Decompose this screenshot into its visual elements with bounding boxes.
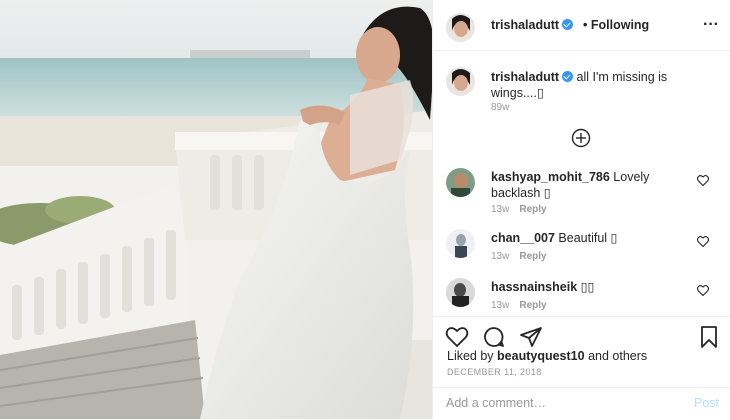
comment-bubble-icon[interactable] (482, 325, 506, 349)
comment-age[interactable]: 13w (491, 300, 509, 311)
comment-text-block: hassnainsheik ▯▯ (491, 279, 691, 295)
post-photo[interactable] (0, 0, 432, 419)
comment-text: ▯▯ (580, 280, 595, 294)
commenter-avatar[interactable] (446, 168, 475, 197)
comment-username[interactable]: hassnainsheik (491, 280, 577, 294)
author-avatar[interactable] (446, 13, 475, 42)
post-caption: trishaladutt all I'm missing is wings...… (491, 69, 711, 101)
like-heart-icon[interactable] (445, 325, 469, 349)
comment-text-block: chan__007 Beautiful ▯ (491, 230, 691, 246)
comment-age[interactable]: 13w (491, 251, 509, 262)
post-image-illustration (0, 0, 432, 419)
comment-meta: 13w Reply (491, 300, 547, 311)
comment-age[interactable]: 13w (491, 204, 509, 215)
comment-username[interactable]: chan__007 (491, 231, 555, 245)
likes-summary: Liked by beautyquest10 and others (447, 349, 647, 363)
commenter-avatar[interactable] (446, 229, 475, 258)
liked-by-suffix[interactable]: and others (588, 349, 647, 363)
comment-username[interactable]: kashyap_mohit_786 (491, 170, 610, 184)
add-comment-row: Add a comment… Post (433, 387, 730, 420)
verified-badge-icon (562, 71, 574, 82)
reply-button[interactable]: Reply (519, 300, 546, 311)
share-icon[interactable] (519, 325, 543, 349)
separator-dot: • (583, 18, 588, 32)
caption-username[interactable]: trishaladutt (491, 70, 559, 84)
post-header: trishaladutt • Following ··· (433, 0, 730, 51)
reply-button[interactable]: Reply (519, 251, 546, 262)
liked-by-user[interactable]: beautyquest10 (497, 349, 585, 363)
more-icon[interactable]: ··· (703, 17, 719, 33)
post-comment-button[interactable]: Post (694, 396, 719, 410)
author-username[interactable]: trishaladutt (491, 18, 559, 32)
heart-icon[interactable] (697, 236, 709, 247)
bookmark-icon[interactable] (697, 325, 721, 349)
caption-author-avatar[interactable] (446, 67, 475, 96)
caption-emoji: ▯ (536, 86, 544, 100)
comment-text: Beautiful ▯ (558, 231, 618, 245)
plus-circle-icon[interactable] (571, 128, 591, 148)
liked-by-prefix: Liked by (447, 349, 494, 363)
heart-icon[interactable] (697, 285, 709, 296)
comment-meta: 13w Reply (491, 204, 547, 215)
post-detail-panel: trishaladutt • Following ··· trishaladut… (432, 0, 730, 419)
caption-age[interactable]: 89w (491, 102, 509, 113)
commenter-avatar[interactable] (446, 278, 475, 307)
follow-status[interactable]: • Following (583, 18, 649, 32)
add-comment-input[interactable]: Add a comment… (446, 396, 546, 410)
comment-text-block: kashyap_mohit_786 Lovely backlash ▯ (491, 169, 691, 201)
heart-icon[interactable] (697, 175, 709, 186)
verified-badge-icon (562, 19, 574, 30)
post-actions: Liked by beautyquest10 and others DECEMB… (433, 316, 730, 419)
post-date[interactable]: DECEMBER 11, 2018 (447, 367, 542, 377)
author-username-link[interactable]: trishaladutt (491, 18, 574, 32)
reply-button[interactable]: Reply (519, 204, 546, 215)
comment-meta: 13w Reply (491, 251, 547, 262)
following-button[interactable]: Following (591, 18, 649, 32)
